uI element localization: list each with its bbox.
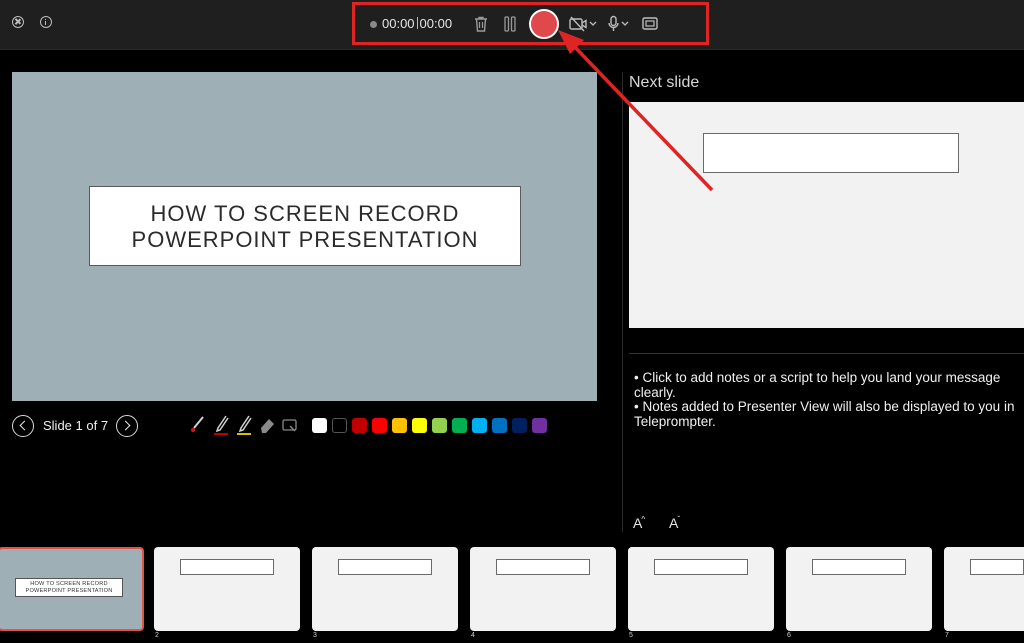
- slide-title-box: HOW TO SCREEN RECORD POWERPOINT PRESENTA…: [89, 186, 521, 266]
- slide-thumbnail-6[interactable]: [786, 547, 932, 631]
- thumbnail-number: 6: [787, 632, 791, 639]
- slide-thumbnail-5[interactable]: [628, 547, 774, 631]
- slide-title-line2: POWERPOINT PRESENTATION: [131, 227, 479, 252]
- ink-color-swatch[interactable]: [512, 418, 527, 433]
- notes-line-1: • Click to add notes or a script to help…: [634, 370, 1001, 400]
- slide-thumbnail-4[interactable]: [470, 547, 616, 631]
- ink-color-swatch[interactable]: [412, 418, 427, 433]
- highlighter-icon[interactable]: [235, 414, 253, 436]
- speaker-notes[interactable]: • Click to add notes or a script to help…: [634, 370, 1024, 429]
- decrease-font-button[interactable]: Aˇ: [669, 515, 680, 531]
- notes-divider[interactable]: [629, 353, 1024, 354]
- thumbnail-title-line2: POWERPOINT PRESENTATION: [25, 587, 113, 594]
- next-slide-preview[interactable]: [629, 102, 1024, 328]
- ink-color-swatch[interactable]: [492, 418, 507, 433]
- slide-thumbnail-1[interactable]: HOW TO SCREEN RECORD POWERPOINT PRESENTA…: [0, 547, 144, 631]
- next-slide-title-box: [703, 133, 959, 173]
- eraser-icon[interactable]: [258, 414, 276, 436]
- current-slide[interactable]: HOW TO SCREEN RECORD POWERPOINT PRESENTA…: [12, 72, 597, 401]
- previous-slide-button[interactable]: [12, 415, 34, 437]
- ink-color-swatch[interactable]: [532, 418, 547, 433]
- slide-thumbnail-7[interactable]: [944, 547, 1024, 631]
- ink-color-swatch[interactable]: [372, 418, 387, 433]
- next-slide-label: Next slide: [629, 74, 700, 91]
- recording-controls-highlight: [352, 2, 709, 45]
- ink-color-swatch[interactable]: [312, 418, 327, 433]
- close-icon[interactable]: [12, 16, 24, 28]
- ink-color-swatch[interactable]: [352, 418, 367, 433]
- ink-color-swatch[interactable]: [392, 418, 407, 433]
- thumbnail-number: 7: [945, 632, 949, 639]
- thumbnail-title-box: HOW TO SCREEN RECORD POWERPOINT PRESENTA…: [15, 578, 123, 597]
- laser-pointer-icon[interactable]: [189, 414, 207, 436]
- pane-divider[interactable]: [622, 72, 623, 532]
- next-slide-button[interactable]: [116, 415, 138, 437]
- notes-line-2: • Notes added to Presenter View will als…: [634, 399, 1015, 429]
- ink-color-swatch[interactable]: [332, 418, 347, 433]
- thumbnail-number: 3: [313, 632, 317, 639]
- thumbnail-number: 5: [629, 632, 633, 639]
- pen-icon[interactable]: [212, 414, 230, 436]
- slide-thumbnail-2[interactable]: [154, 547, 300, 631]
- ink-color-swatch[interactable]: [432, 418, 447, 433]
- slide-counter: Slide 1 of 7: [43, 418, 109, 433]
- thumbnail-number: 2: [155, 632, 159, 639]
- thumbnail-title-line1: HOW TO SCREEN RECORD: [30, 581, 108, 587]
- increase-font-button[interactable]: A^: [633, 515, 645, 531]
- info-icon[interactable]: [40, 16, 52, 28]
- ink-color-swatch[interactable]: [452, 418, 467, 433]
- ink-color-swatch[interactable]: [472, 418, 487, 433]
- slide-title-line1: HOW TO SCREEN RECORD: [150, 201, 460, 226]
- slide-thumbnail-3[interactable]: [312, 547, 458, 631]
- clear-ink-icon[interactable]: [281, 414, 299, 436]
- thumbnail-number: 4: [471, 632, 475, 639]
